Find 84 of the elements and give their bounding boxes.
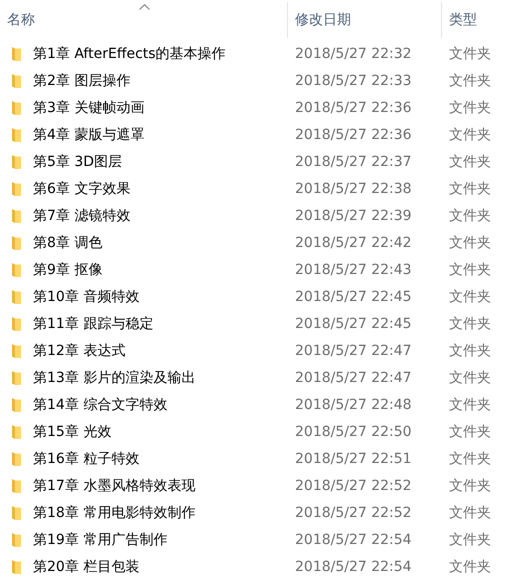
modified-date: 2018/5/27 22:36 bbox=[295, 126, 412, 142]
folder-icon bbox=[11, 46, 22, 62]
folder-name[interactable]: 第4章 蒙版与遮罩 bbox=[33, 126, 144, 144]
folder-name[interactable]: 第18章 常用电影特效制作 bbox=[33, 504, 196, 522]
folder-icon bbox=[11, 154, 22, 170]
column-header[interactable]: 名称 bbox=[0, 2, 288, 38]
item-type: 文件夹 bbox=[449, 234, 491, 252]
modified-date: 2018/5/27 22:51 bbox=[295, 450, 412, 466]
item-type: 文件夹 bbox=[449, 314, 491, 332]
modified-date: 2018/5/27 22:47 bbox=[295, 370, 412, 386]
folder-icon bbox=[11, 208, 22, 224]
item-type: 文件夹 bbox=[449, 558, 491, 576]
modified-date: 2018/5/27 22:52 bbox=[295, 504, 412, 520]
modified-date: 2018/5/27 22:37 bbox=[295, 154, 412, 170]
item-type: 文件夹 bbox=[449, 504, 491, 522]
modified-date: 2018/5/27 22:47 bbox=[295, 342, 412, 358]
item-type: 文件夹 bbox=[449, 152, 491, 170]
folder-name[interactable]: 第19章 常用广告制作 bbox=[33, 530, 168, 548]
folder-icon bbox=[11, 424, 22, 440]
item-type: 文件夹 bbox=[449, 260, 491, 278]
folder-icon bbox=[11, 504, 22, 520]
folder-name[interactable]: 第8章 调色 bbox=[33, 234, 102, 252]
modified-date: 2018/5/27 22:36 bbox=[295, 100, 412, 116]
modified-date: 2018/5/27 22:32 bbox=[295, 46, 412, 62]
modified-date: 2018/5/27 22:38 bbox=[295, 180, 412, 196]
folder-name[interactable]: 第10章 音频特效 bbox=[33, 288, 140, 306]
folder-name[interactable]: 第12章 表达式 bbox=[33, 342, 126, 360]
folder-name[interactable]: 第2章 图层操作 bbox=[33, 72, 130, 90]
item-type: 文件夹 bbox=[449, 476, 491, 494]
folder-name[interactable]: 第17章 水墨风格特效表现 bbox=[33, 476, 196, 494]
folder-name[interactable]: 第1章 AfterEffects的基本操作 bbox=[33, 44, 226, 62]
folder-name[interactable]: 第13章 影片的渲染及输出 bbox=[33, 368, 196, 386]
folder-icon bbox=[11, 288, 22, 304]
folder-icon bbox=[11, 72, 22, 88]
item-type: 文件夹 bbox=[449, 368, 491, 386]
modified-date: 2018/5/27 22:43 bbox=[295, 262, 412, 278]
folder-icon bbox=[11, 180, 22, 196]
folder-name[interactable]: 第5章 3D图层 bbox=[33, 152, 122, 170]
item-type: 文件夹 bbox=[449, 98, 491, 116]
folder-name[interactable]: 第11章 跟踪与稳定 bbox=[33, 314, 154, 332]
modified-date: 2018/5/27 22:54 bbox=[295, 532, 412, 548]
folder-icon bbox=[11, 342, 22, 358]
item-type: 文件夹 bbox=[449, 288, 491, 306]
modified-date: 2018/5/27 22:39 bbox=[295, 208, 412, 224]
folder-icon bbox=[11, 396, 22, 412]
modified-date: 2018/5/27 22:33 bbox=[295, 72, 412, 88]
folder-icon bbox=[11, 450, 22, 466]
folder-name[interactable]: 第3章 关键帧动画 bbox=[33, 98, 144, 116]
modified-date: 2018/5/27 22:42 bbox=[295, 234, 412, 250]
folder-icon bbox=[11, 370, 22, 386]
item-type: 文件夹 bbox=[449, 396, 491, 414]
column-header[interactable]: 修改日期 bbox=[288, 2, 442, 38]
modified-date: 2018/5/27 22:54 bbox=[295, 558, 412, 574]
folder-icon bbox=[11, 234, 22, 250]
item-type: 文件夹 bbox=[449, 450, 491, 468]
item-type: 文件夹 bbox=[449, 180, 491, 198]
column-header[interactable]: 类型 bbox=[442, 2, 506, 38]
modified-date: 2018/5/27 22:45 bbox=[295, 316, 412, 332]
modified-date: 2018/5/27 22:45 bbox=[295, 288, 412, 304]
item-type: 文件夹 bbox=[449, 342, 491, 360]
item-type: 文件夹 bbox=[449, 44, 491, 62]
item-type: 文件夹 bbox=[449, 126, 491, 144]
sort-caret-icon bbox=[138, 4, 150, 10]
folder-icon bbox=[11, 478, 22, 494]
item-type: 文件夹 bbox=[449, 206, 491, 224]
folder-icon bbox=[11, 100, 22, 116]
folder-name[interactable]: 第9章 抠像 bbox=[33, 260, 102, 278]
modified-date: 2018/5/27 22:50 bbox=[295, 424, 412, 440]
folder-name[interactable]: 第7章 滤镜特效 bbox=[33, 206, 130, 224]
folder-name[interactable]: 第14章 综合文字特效 bbox=[33, 396, 168, 414]
folder-name[interactable]: 第16章 粒子特效 bbox=[33, 450, 140, 468]
item-type: 文件夹 bbox=[449, 422, 491, 440]
folder-icon bbox=[11, 126, 22, 142]
folder-icon bbox=[11, 558, 22, 574]
modified-date: 2018/5/27 22:48 bbox=[295, 396, 412, 412]
item-type: 文件夹 bbox=[449, 72, 491, 90]
folder-icon bbox=[11, 262, 22, 278]
folder-icon bbox=[11, 316, 22, 332]
item-type: 文件夹 bbox=[449, 530, 491, 548]
folder-name[interactable]: 第20章 栏目包装 bbox=[33, 558, 140, 576]
folder-name[interactable]: 第6章 文字效果 bbox=[33, 180, 130, 198]
folder-name[interactable]: 第15章 光效 bbox=[33, 422, 112, 440]
folder-icon bbox=[11, 532, 22, 548]
modified-date: 2018/5/27 22:52 bbox=[295, 478, 412, 494]
